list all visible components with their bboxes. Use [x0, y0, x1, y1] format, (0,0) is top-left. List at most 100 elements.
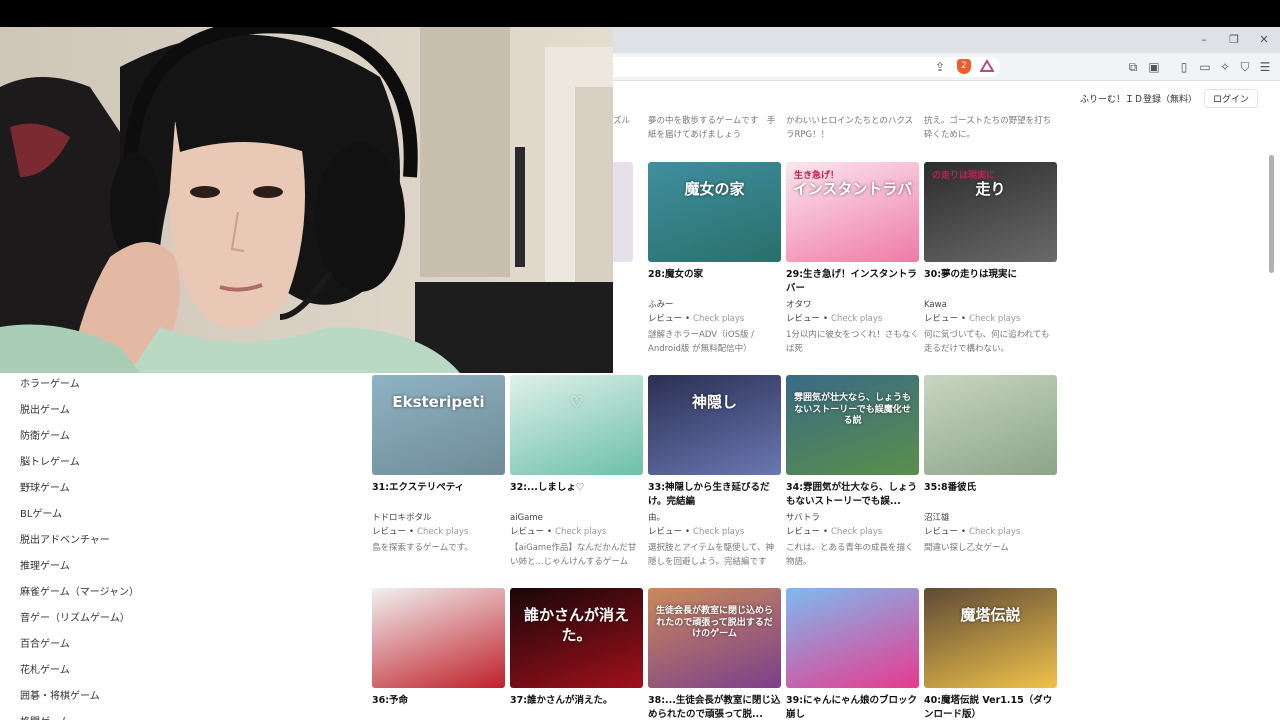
sidebar-genre-link[interactable]: 野球ゲーム	[20, 479, 70, 494]
game-title-link[interactable]: 34:雰囲気が壮大なら、しょうもないストーリーでも誤...	[786, 481, 919, 509]
game-title-link[interactable]: 40:魔塔伝説 Ver1.15（ダウンロード版）	[924, 694, 1057, 720]
game-card[interactable]: 神隠し 33:神隠しから生き延びるだけ。完結編由。 レビュー • Check plays…	[648, 375, 781, 569]
check-plays-link[interactable]: Check plays	[693, 314, 744, 324]
extensions-icon[interactable]: ⧉	[1125, 59, 1141, 75]
sidebar-genre-link[interactable]: ホラーゲーム	[20, 375, 80, 390]
game-thumbnail[interactable]	[786, 588, 919, 688]
close-button[interactable]: ✕	[1256, 32, 1272, 48]
game-description: 何に気づいても、何に追われても走るだけで構わない。	[924, 330, 1050, 354]
check-plays-link[interactable]: Check plays	[555, 527, 606, 537]
review-label[interactable]: レビュー	[786, 314, 820, 324]
sidebar-genre-link[interactable]: 脳トレゲーム	[20, 453, 80, 468]
game-title-link[interactable]: 29:生き急げ！インスタントラバー	[786, 268, 919, 296]
sidebar-genre-link[interactable]: 花札ゲーム	[20, 661, 70, 676]
game-card[interactable]: 35:8番彼氏 沼江雄 レビュー • Check plays 間違い探し乙女ゲーム	[924, 375, 1057, 569]
review-label[interactable]: レビュー	[924, 314, 958, 324]
game-title-link[interactable]: 31:エクステリペティ	[372, 481, 505, 509]
game-card[interactable]: 誰かさんが消えた。 37:誰かさんが消えた。	[510, 588, 643, 720]
sidebar-genre-link[interactable]: 防衛ゲーム	[20, 427, 70, 442]
wallet-icon[interactable]: ▭	[1197, 59, 1213, 75]
card-description: 夢の中を散歩するゲームです 手紙を届けてあげましょう	[648, 116, 776, 140]
brave-shield-icon[interactable]: 2	[957, 59, 971, 74]
sidebar-genre-link[interactable]: 麻雀ゲーム（マージャン）	[20, 583, 139, 598]
game-thumbnail[interactable]: 雰囲気が壮大なら、しょうもないストーリーでも誤魔化せる説	[786, 375, 919, 475]
game-thumbnail[interactable]: Eksteripeti	[372, 375, 505, 475]
review-label[interactable]: レビュー	[648, 314, 682, 324]
sidebar-genre-link[interactable]: 脱出ゲーム	[20, 401, 70, 416]
game-thumbnail[interactable]: ♡	[510, 375, 643, 475]
game-card[interactable]: の走りは現実に 走り 30:夢の走りは現実に Kawa レビュー • Check plays…	[924, 162, 1057, 356]
game-title-link[interactable]: 28:魔女の家	[648, 268, 781, 296]
game-card[interactable]: 36:予命	[372, 588, 505, 720]
game-card[interactable]: 生き急げ！ インスタントラバ 29:生き急げ！インスタントラバー オタワ レビュー • Ch…	[786, 162, 919, 356]
game-thumbnail[interactable]	[372, 588, 505, 688]
game-author[interactable]: 由。	[648, 511, 781, 525]
game-author[interactable]: ふみー	[648, 298, 781, 312]
game-author[interactable]: オタワ	[786, 298, 919, 312]
sidebar-genre-link[interactable]: 推理ゲーム	[20, 557, 70, 572]
game-thumbnail[interactable]: 生き急げ！ インスタントラバ	[786, 162, 919, 262]
game-description: これは、とある青年の成長を描く物語。	[786, 543, 914, 567]
share-icon[interactable]: ⇪	[932, 59, 948, 75]
game-thumbnail[interactable]: の走りは現実に 走り	[924, 162, 1057, 262]
review-label[interactable]: レビュー	[786, 527, 820, 537]
game-thumbnail[interactable]	[924, 375, 1057, 475]
sidebar-genre-link[interactable]: 音ゲー（リズムゲーム）	[20, 609, 130, 624]
game-card[interactable]: 39:にゃんにゃん娘のブロック崩し	[786, 588, 919, 720]
sidebar-genre-link[interactable]: 囲碁・将棋ゲーム	[20, 687, 100, 702]
minimize-button[interactable]: –	[1196, 32, 1212, 48]
game-card[interactable]: 生徒会長が教室に閉じ込められたので頑張って脱出するだけのゲーム 38:...生徒会…	[648, 588, 781, 720]
brave-rewards-icon[interactable]	[979, 59, 995, 75]
review-label[interactable]: レビュー	[924, 527, 958, 537]
game-author[interactable]: 沼江雄	[924, 511, 1057, 525]
partial-game-thumbnail[interactable]	[613, 162, 633, 262]
game-card[interactable]: 雰囲気が壮大なら、しょうもないストーリーでも誤魔化せる説 34:雰囲気が壮大なら、…	[786, 375, 919, 569]
register-link[interactable]: ふりーむ！ＩＤ登録（無料）	[1080, 92, 1197, 105]
check-plays-link[interactable]: Check plays	[831, 314, 882, 324]
game-card[interactable]: 魔塔伝説 40:魔塔伝説 Ver1.15（ダウンロード版）	[924, 588, 1057, 720]
game-author[interactable]: トドロキボタル	[372, 511, 505, 525]
game-author[interactable]: サバトラ	[786, 511, 919, 525]
game-title-link[interactable]: 30:夢の走りは現実に	[924, 268, 1057, 296]
game-card[interactable]: Eksteripeti 31:エクステリペティ トドロキボタル レビュー • Check …	[372, 375, 505, 569]
game-title-link[interactable]: 39:にゃんにゃん娘のブロック崩し	[786, 694, 919, 720]
maximize-button[interactable]: ❐	[1226, 32, 1242, 48]
game-title-link[interactable]: 37:誰かさんが消えた。	[510, 694, 643, 720]
review-label[interactable]: レビュー	[372, 527, 406, 537]
game-author[interactable]: Kawa	[924, 298, 1057, 312]
game-thumbnail[interactable]: 魔女の家	[648, 162, 781, 262]
game-author[interactable]: aiGame	[510, 511, 643, 525]
check-plays-link[interactable]: Check plays	[969, 314, 1020, 324]
sidebar-genre-link[interactable]: 脱出アドベンチャー	[20, 531, 110, 546]
game-title-link[interactable]: 36:予命	[372, 694, 505, 720]
game-card[interactable]: 魔女の家 28:魔女の家 ふみー レビュー • Check plays 謎解きホラーADV（…	[648, 162, 781, 356]
sidebar-genre-link[interactable]: 百合ゲーム	[20, 635, 70, 650]
check-plays-link[interactable]: Check plays	[969, 527, 1020, 537]
sidebar-genre-link[interactable]: 格闘ゲーム	[20, 713, 70, 720]
review-label[interactable]: レビュー	[648, 527, 682, 537]
leo-ai-icon[interactable]: ✧	[1217, 59, 1233, 75]
check-plays-link[interactable]: Check plays	[831, 527, 882, 537]
check-plays-link[interactable]: Check plays	[417, 527, 468, 537]
bullet-separator: •	[547, 527, 553, 537]
page-scrollbar[interactable]	[1269, 155, 1274, 273]
game-card[interactable]: ♡ 32:...しましょ♡ aiGame レビュー • Check plays 【aiGam…	[510, 375, 643, 569]
game-thumbnail[interactable]: 魔塔伝説	[924, 588, 1057, 688]
review-label[interactable]: レビュー	[510, 527, 544, 537]
reading-list-icon[interactable]: ▣	[1146, 59, 1162, 75]
game-thumbnail[interactable]: 誰かさんが消えた。	[510, 588, 643, 688]
game-title-link[interactable]: 35:8番彼氏	[924, 481, 1057, 509]
game-title-link[interactable]: 38:...生徒会長が教室に閉じ込められたので頑張って脱...	[648, 694, 781, 720]
game-thumbnail[interactable]: 生徒会長が教室に閉じ込められたので頑張って脱出するだけのゲーム	[648, 588, 781, 688]
bullet-separator: •	[961, 527, 967, 537]
menu-icon[interactable]: ☰	[1257, 59, 1273, 75]
game-title-link[interactable]: 32:...しましょ♡	[510, 481, 643, 509]
game-review-line: レビュー • Check plays	[648, 525, 781, 539]
sidebar-genre-link[interactable]: BLゲーム	[20, 505, 62, 520]
check-plays-link[interactable]: Check plays	[693, 527, 744, 537]
game-thumbnail[interactable]: 神隠し	[648, 375, 781, 475]
vpn-icon[interactable]: ⛉	[1237, 59, 1253, 75]
login-button[interactable]: ログイン	[1204, 89, 1259, 108]
game-title-link[interactable]: 33:神隠しから生き延びるだけ。完結編	[648, 481, 781, 509]
sidebar-icon[interactable]: ▯	[1176, 59, 1192, 75]
